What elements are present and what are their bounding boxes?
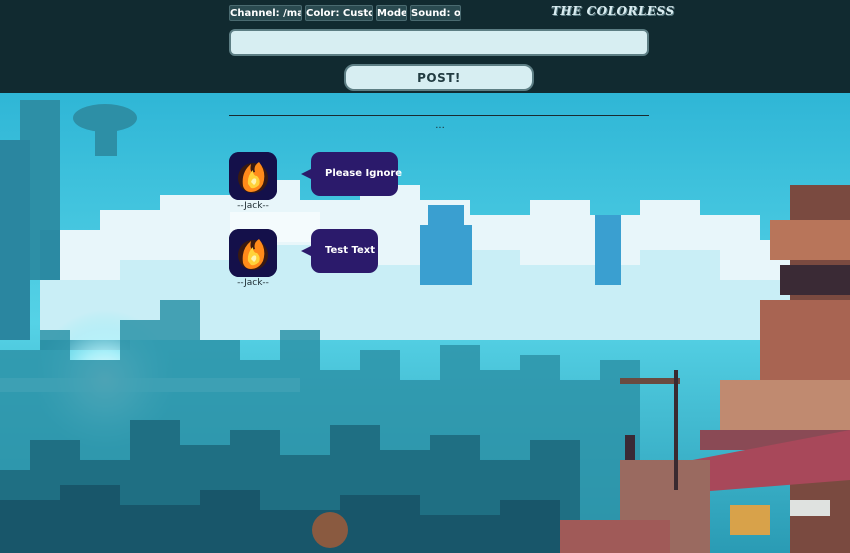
flame-icon: [229, 152, 277, 200]
top-bar: Channel: /main/ Color: Custom Mode Sound…: [0, 0, 850, 93]
feed-post: --Jack-- Please Ignore: [229, 152, 429, 232]
avatar[interactable]: [229, 152, 277, 200]
message-input[interactable]: [229, 29, 649, 56]
color-button[interactable]: Color: Custom: [305, 5, 373, 21]
flame-icon: [229, 229, 277, 277]
mode-button[interactable]: Mode: [376, 5, 407, 21]
sound-button[interactable]: Sound: on: [410, 5, 461, 21]
avatar[interactable]: [229, 229, 277, 277]
message-bubble: Please Ignore: [311, 152, 402, 196]
bubble-tail: [301, 246, 311, 256]
post-username: --Jack--: [237, 278, 269, 288]
feed-post: --Jack-- Test Text: [229, 229, 429, 309]
load-more-link[interactable]: ...: [420, 120, 460, 132]
site-logo: THE COLORLESS: [551, 4, 675, 18]
feed-divider: [229, 115, 649, 116]
bubble-tail: [301, 169, 311, 179]
message-bubble: Test Text: [311, 229, 378, 273]
post-button[interactable]: POST!: [344, 64, 534, 91]
channel-button[interactable]: Channel: /main/: [229, 5, 302, 21]
post-username: --Jack--: [237, 201, 269, 211]
